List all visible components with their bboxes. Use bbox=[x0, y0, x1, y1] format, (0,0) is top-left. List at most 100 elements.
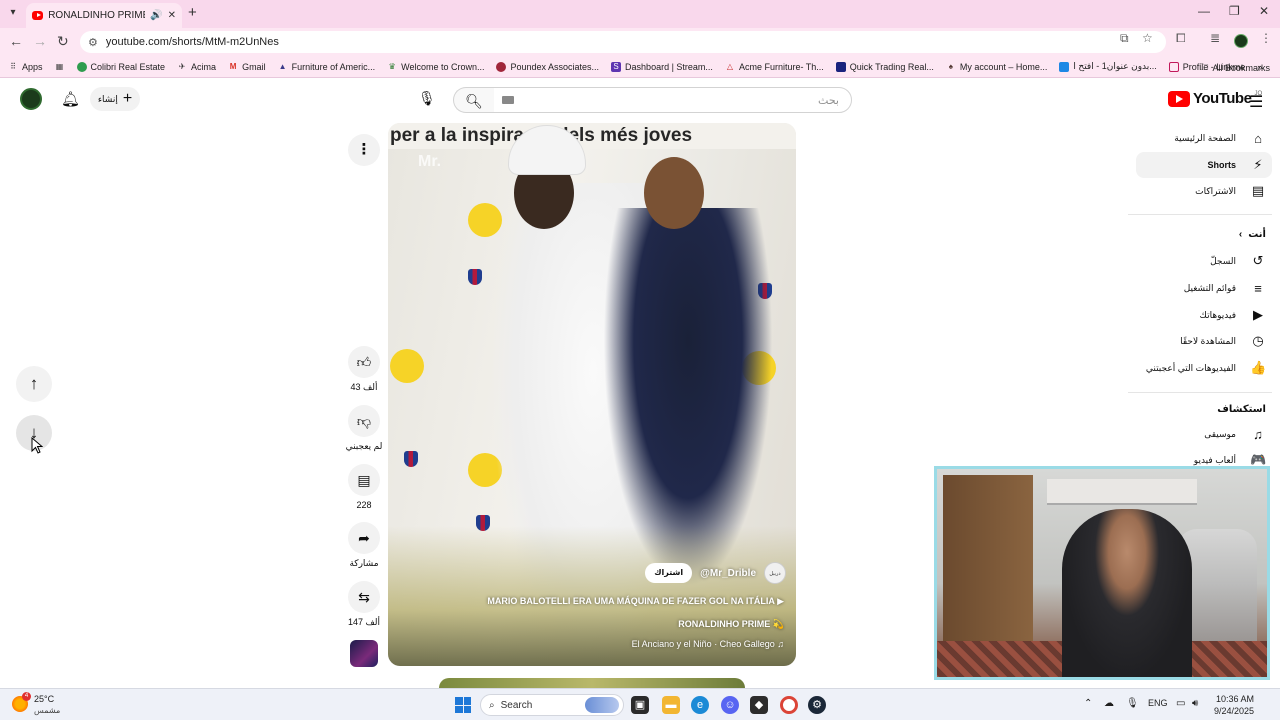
search-input[interactable]: بحث bbox=[493, 87, 852, 113]
search-highlight-icon bbox=[585, 697, 619, 713]
chrome-menu-icon[interactable]: ⋮ bbox=[1260, 31, 1272, 45]
bookmark-item[interactable]: M Gmail bbox=[228, 62, 266, 72]
bookmark-item[interactable]: S Dashboard | Stream... bbox=[611, 61, 713, 72]
subscribe-button[interactable]: اشتراك bbox=[645, 563, 693, 583]
short-description[interactable]: MARIO BALOTELLI ERA UMA MÁQUINA DE FAZER… bbox=[487, 596, 784, 607]
media-controls-icon[interactable]: ≣ bbox=[1210, 31, 1220, 45]
guide-item-watch-later[interactable]: المشاهدة لاحقًا ◷ bbox=[1135, 328, 1280, 354]
profile-avatar[interactable] bbox=[1234, 34, 1248, 48]
channel-avatar[interactable]: دريبل bbox=[764, 562, 786, 584]
account-avatar[interactable] bbox=[20, 88, 42, 110]
remix-button[interactable]: ⇆ bbox=[348, 581, 380, 613]
minimize-button[interactable]: — bbox=[1198, 4, 1210, 18]
guide-item-your-videos[interactable]: فيديوهاتك ▶ bbox=[1135, 302, 1280, 328]
start-windows-icon[interactable] bbox=[455, 697, 471, 713]
keyboard-icon[interactable] bbox=[502, 96, 514, 104]
webcam-shelf bbox=[1047, 479, 1197, 505]
bookmark-item[interactable]: △ Acme Furniture- Th... bbox=[725, 62, 824, 72]
edge-icon[interactable]: e bbox=[691, 696, 709, 714]
youtube-favicon-icon bbox=[32, 11, 44, 20]
search-button[interactable]: 🔍︎ bbox=[453, 87, 494, 113]
history-icon: ↺ bbox=[1252, 253, 1264, 268]
guide-item-shorts[interactable]: Shorts ⚡ bbox=[1136, 152, 1272, 178]
dislike-button[interactable]: 👎︎ bbox=[348, 405, 380, 437]
close-window-button[interactable]: ✕ bbox=[1259, 4, 1269, 18]
bookmark-favicon-icon bbox=[76, 61, 87, 72]
microphone-icon[interactable]: 🎙︎ bbox=[1126, 698, 1139, 709]
youtube-logo[interactable]: YouTube JO bbox=[1168, 90, 1262, 107]
guide-item-music[interactable]: موسيقى ♫ bbox=[1135, 421, 1280, 447]
all-bookmarks-label: All Bookmarks bbox=[1212, 63, 1270, 73]
notifications-bell-icon[interactable]: 🔔︎ bbox=[61, 90, 80, 108]
sound-thumbnail[interactable] bbox=[350, 640, 378, 667]
discord-icon[interactable]: ☺ bbox=[721, 696, 739, 714]
next-short-preview[interactable] bbox=[439, 678, 745, 688]
bookmark-item[interactable]: Poundex Associates... bbox=[496, 61, 600, 72]
guide-item-label: فيديوهاتك bbox=[1199, 309, 1236, 320]
weather-temperature[interactable]: 25°C bbox=[34, 694, 54, 704]
forward-button[interactable]: → bbox=[33, 33, 47, 49]
chrome-icon[interactable] bbox=[780, 696, 798, 714]
guide-item-subscriptions[interactable]: الاشتراكات ▤ bbox=[1135, 178, 1280, 204]
tab-audio-icon[interactable]: 🔊 bbox=[150, 10, 162, 21]
bookmark-item[interactable]: Quick Trading Real... bbox=[835, 61, 934, 72]
subscriptions-icon: ▤ bbox=[1251, 183, 1265, 198]
task-view-icon[interactable]: ▣ bbox=[631, 696, 649, 714]
more-actions-icon[interactable]: ⋮ bbox=[348, 134, 380, 166]
bookmark-item[interactable]: ▲ Furniture of Americ... bbox=[278, 62, 376, 72]
tab-search-icon[interactable]: ▾ bbox=[5, 5, 21, 21]
playlists-icon: ≡ bbox=[1254, 280, 1262, 296]
comment-count: 228 bbox=[356, 500, 372, 510]
previous-short-button[interactable]: ↑ bbox=[16, 366, 52, 402]
bookmark-item[interactable]: ✈ Acima bbox=[177, 62, 216, 72]
tab-close-icon[interactable]: ✕ bbox=[168, 10, 176, 21]
install-app-icon[interactable]: ⧉ bbox=[1120, 31, 1129, 46]
grid-icon: ▦ bbox=[55, 61, 64, 71]
bookmark-favicon-icon: S bbox=[611, 61, 622, 72]
remix-icon: ⇆ bbox=[358, 589, 370, 605]
guide-you-header[interactable]: ‹ أنت bbox=[1239, 229, 1266, 240]
bookmark-label: Welcome to Crown... bbox=[401, 61, 485, 72]
comments-button[interactable]: ▤ bbox=[348, 464, 380, 496]
like-button[interactable]: 👍︎ bbox=[348, 346, 380, 378]
bookmark-label: Poundex Associates... bbox=[510, 61, 600, 72]
short-sound[interactable]: El Anciano y el Niño · Cheo Gallego ♫ bbox=[632, 639, 784, 649]
extensions-icon[interactable]: ⧠ bbox=[1176, 31, 1186, 46]
bookmark-apps-grid[interactable]: ▦ bbox=[55, 62, 65, 72]
all-bookmarks-button[interactable]: 🗀 All Bookmarks bbox=[1199, 60, 1270, 76]
site-info-icon[interactable]: ⚙ bbox=[88, 36, 98, 49]
new-tab-button[interactable]: + bbox=[188, 4, 197, 21]
volume-icon[interactable]: 🔊︎ bbox=[1192, 698, 1198, 709]
onedrive-icon[interactable]: ☁ bbox=[1104, 698, 1114, 709]
steam-icon[interactable]: ⚙ bbox=[808, 696, 826, 714]
bookmark-item[interactable]: ♠ My account – Home... bbox=[946, 62, 1048, 72]
active-tab[interactable]: RONALDINHO PRIME 💫 - 🔊 ✕ bbox=[26, 3, 182, 28]
plus-icon: + bbox=[122, 90, 133, 107]
bookmark-item[interactable]: ♛ Welcome to Crown... bbox=[387, 61, 485, 72]
clock-date: 9/24/2025 bbox=[1214, 706, 1255, 716]
channel-handle[interactable]: @Mr_Drible bbox=[700, 568, 756, 579]
bookmark-apps[interactable]: ⠿ Apps bbox=[8, 62, 42, 72]
guide-item-home[interactable]: الصفحة الرئيسية ⌂ bbox=[1135, 125, 1280, 151]
shorts-video-player[interactable]: per a la inspiració dels més joves Mr. ا… bbox=[388, 123, 796, 666]
tray-overflow-icon[interactable]: ⌃ bbox=[1084, 698, 1092, 709]
guide-item-playlists[interactable]: قوائم التشغيل ≡ bbox=[1135, 275, 1280, 301]
bookmark-star-icon[interactable]: ☆ bbox=[1142, 31, 1153, 45]
taskbar-search[interactable]: ⌕ Search bbox=[480, 694, 624, 716]
share-button[interactable]: ➦ bbox=[348, 522, 380, 554]
guide-item-liked-videos[interactable]: الفيديوهات التي أعجبتني 👍 bbox=[1135, 355, 1280, 381]
create-button[interactable]: إنشاء + bbox=[90, 87, 140, 111]
network-icon[interactable]: ▭ bbox=[1176, 698, 1185, 709]
app-icon[interactable]: ◆ bbox=[750, 696, 768, 714]
bookmark-item[interactable]: بدون عنوان1 - افتح ا... bbox=[1059, 61, 1157, 72]
address-bar[interactable]: ⚙ youtube.com/shorts/MtM-m2UnNes bbox=[80, 31, 1166, 53]
back-button[interactable]: ← bbox=[9, 33, 23, 49]
reload-button[interactable]: ↻ bbox=[57, 33, 69, 50]
language-indicator[interactable]: ENG bbox=[1148, 698, 1168, 708]
taskbar-clock[interactable]: 10:36 AM 9/24/2025 bbox=[1214, 693, 1254, 717]
file-explorer-icon[interactable]: ▬ bbox=[662, 696, 680, 714]
maximize-button[interactable]: ❐ bbox=[1229, 4, 1240, 18]
bookmark-item[interactable]: Colibri Real Estate bbox=[76, 61, 165, 72]
guide-item-history[interactable]: السجلّ ↺ bbox=[1135, 248, 1280, 274]
voice-search-icon[interactable]: 🎙︎ bbox=[418, 90, 436, 107]
